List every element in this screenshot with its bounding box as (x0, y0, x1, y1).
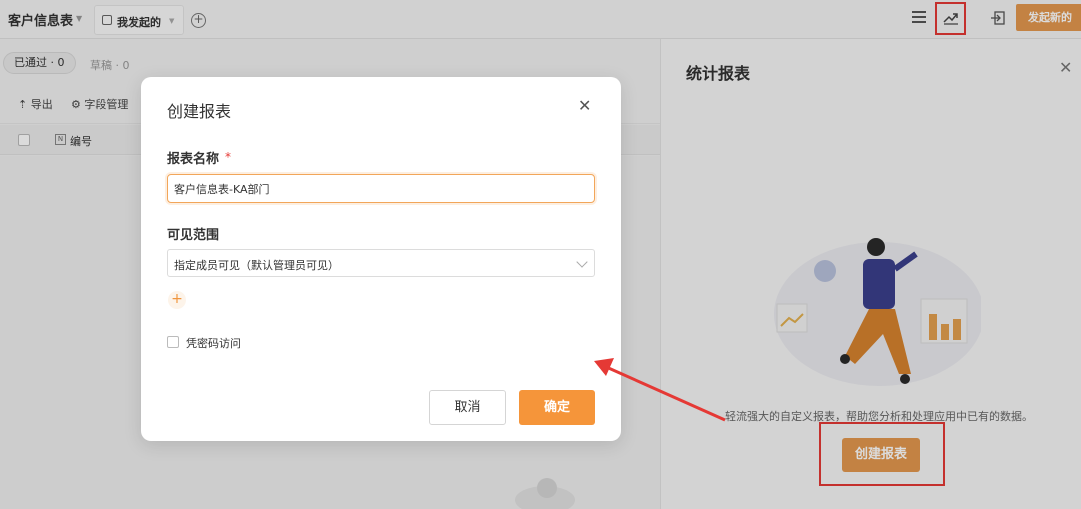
report-name-input[interactable] (167, 174, 595, 203)
cancel-button[interactable]: 取消 (429, 390, 506, 425)
visibility-scope-select[interactable]: 指定成员可见（默认管理员可见） (167, 249, 595, 277)
annotation-arrow (594, 358, 726, 422)
confirm-button[interactable]: 确定 (519, 390, 595, 425)
report-name-label: 报表名称 (167, 152, 220, 167)
password-access-label[interactable]: 凭密码访问 (186, 335, 241, 351)
chevron-down-icon (576, 256, 588, 268)
close-icon[interactable]: ✕ (578, 96, 591, 115)
scope-value: 指定成员可见（默认管理员可见） (174, 259, 339, 272)
required-mark: * (225, 150, 231, 164)
password-access-checkbox[interactable] (167, 336, 179, 348)
dialog-title: 创建报表 (167, 102, 232, 121)
add-member-button[interactable]: + (168, 291, 186, 309)
visibility-scope-label: 可见范围 (167, 228, 220, 243)
create-report-dialog: 创建报表 ✕ 报表名称 * 可见范围 指定成员可见（默认管理员可见） + 凭密码… (141, 77, 621, 441)
